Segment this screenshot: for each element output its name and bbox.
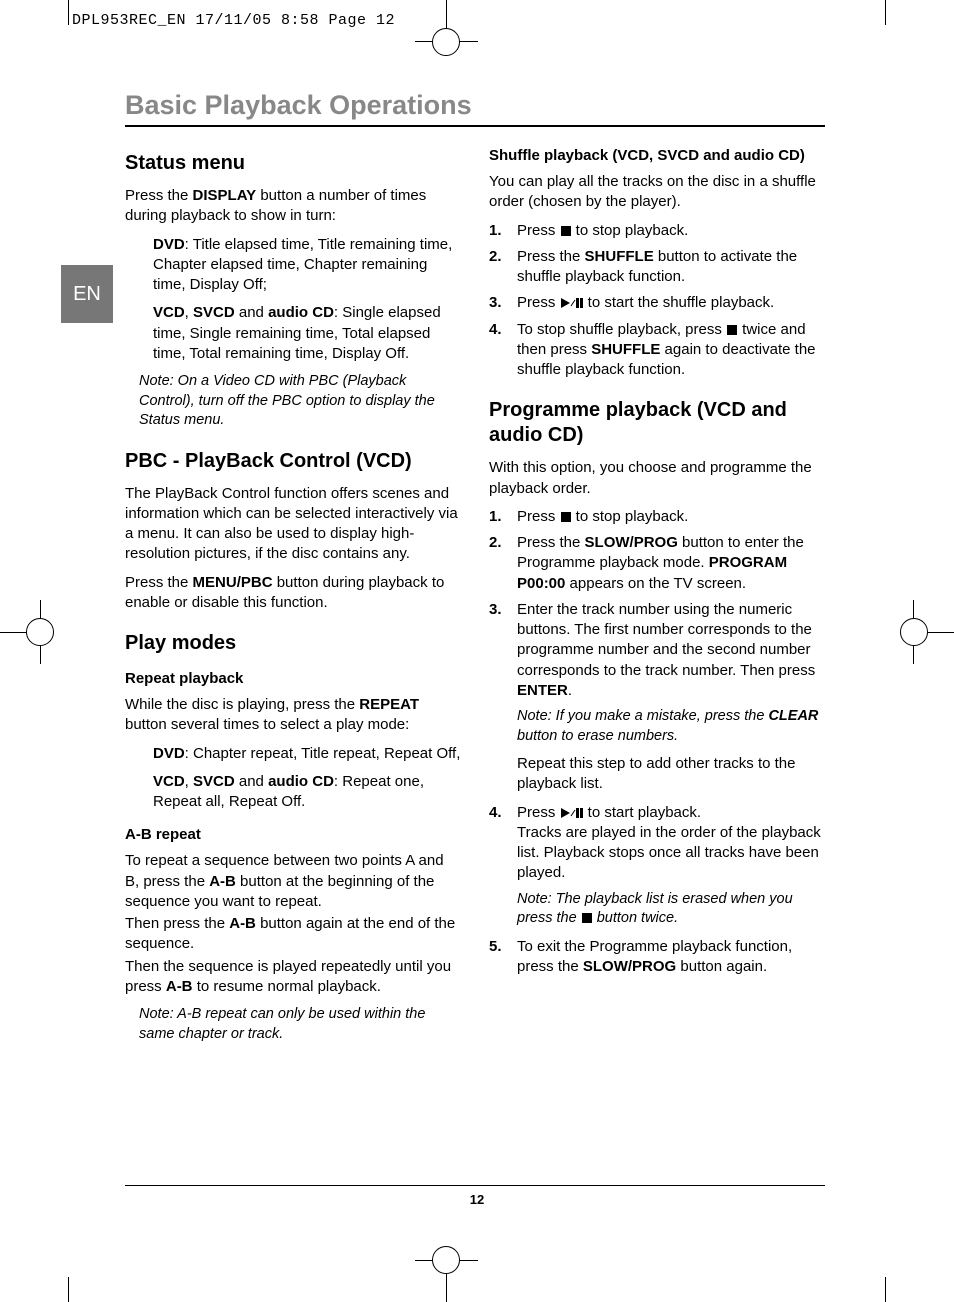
ordered-list: 4.Press to start playback.Tracks are pla… xyxy=(489,803,825,884)
list-item: 1.Press to stop playback. xyxy=(489,221,825,241)
registration-mark xyxy=(432,1246,460,1274)
body-text: VCD, SVCD and audio CD: Single elapsed t… xyxy=(153,303,461,364)
play-pause-icon xyxy=(561,298,583,308)
ordered-list: 1.Press to stop playback. 2.Press the SH… xyxy=(489,221,825,381)
list-item: 2.Press the SLOW/PROG button to enter th… xyxy=(489,533,825,594)
list-item: 1.Press to stop playback. xyxy=(489,507,825,527)
list-item: 5.To exit the Programme playback functio… xyxy=(489,937,825,978)
note-text: Note: If you make a mistake, press the C… xyxy=(517,707,825,746)
body-text: Then press the A-B button again at the e… xyxy=(125,914,461,955)
crop-mark xyxy=(885,0,886,25)
note-text: Note: The playback list is erased when y… xyxy=(517,890,825,929)
left-column: Status menu Press the DISPLAY button a n… xyxy=(125,147,461,1052)
registration-mark xyxy=(26,618,54,646)
note-text: Note: On a Video CD with PBC (Playback C… xyxy=(139,372,461,431)
crop-mark xyxy=(68,1277,69,1302)
right-column: Shuffle playback (VCD, SVCD and audio CD… xyxy=(489,147,825,1052)
body-text: Repeat this step to add other tracks to … xyxy=(517,754,825,795)
body-text: While the disc is playing, press the REP… xyxy=(125,695,461,736)
footer-rule xyxy=(125,1185,825,1186)
stop-icon xyxy=(561,512,571,522)
list-item: 3.Enter the track number using the numer… xyxy=(489,600,825,701)
stop-icon xyxy=(582,913,592,923)
body-text: With this option, you choose and program… xyxy=(489,458,825,499)
list-item: 2.Press the SHUFFLE button to activate t… xyxy=(489,247,825,288)
ordered-list: 1.Press to stop playback. 2.Press the SL… xyxy=(489,507,825,701)
list-item: 4.Press to start playback.Tracks are pla… xyxy=(489,803,825,884)
heading-ab-repeat: A-B repeat xyxy=(125,826,461,843)
note-text: Note: A-B repeat can only be used within… xyxy=(139,1005,461,1044)
registration-mark xyxy=(432,28,460,56)
heading-repeat-playback: Repeat playback xyxy=(125,670,461,687)
body-text: VCD, SVCD and audio CD: Repeat one, Repe… xyxy=(153,772,461,813)
heading-pbc: PBC - PlayBack Control (VCD) xyxy=(125,449,461,474)
title-rule xyxy=(125,125,825,127)
language-tab: EN xyxy=(61,265,113,323)
body-text: DVD: Title elapsed time, Title remaining… xyxy=(153,235,461,296)
body-text: The PlayBack Control function offers sce… xyxy=(125,484,461,565)
page-content: Basic Playback Operations Status menu Pr… xyxy=(125,90,825,1052)
page-number: 12 xyxy=(0,1192,954,1207)
print-slug: DPL953REC_EN 17/11/05 8:58 Page 12 xyxy=(72,12,395,29)
page-title: Basic Playback Operations xyxy=(125,90,825,121)
crop-mark xyxy=(885,1277,886,1302)
play-pause-icon xyxy=(561,808,583,818)
heading-shuffle-playback: Shuffle playback (VCD, SVCD and audio CD… xyxy=(489,147,825,164)
body-text: Then the sequence is played repeatedly u… xyxy=(125,957,461,998)
body-text: Press the MENU/PBC button during playbac… xyxy=(125,573,461,614)
heading-status-menu: Status menu xyxy=(125,151,461,176)
body-text: To repeat a sequence between two points … xyxy=(125,851,461,912)
ordered-list: 5.To exit the Programme playback functio… xyxy=(489,937,825,978)
heading-programme-playback: Programme playback (VCD and audio CD) xyxy=(489,398,825,448)
list-item: 3.Press to start the shuffle playback. xyxy=(489,293,825,313)
crop-mark xyxy=(68,0,69,25)
body-text: DVD: Chapter repeat, Title repeat, Repea… xyxy=(153,744,461,764)
list-item: 4.To stop shuffle playback, press twice … xyxy=(489,320,825,381)
stop-icon xyxy=(561,226,571,236)
stop-icon xyxy=(727,325,737,335)
body-text: Press the DISPLAY button a number of tim… xyxy=(125,186,461,227)
heading-play-modes: Play modes xyxy=(125,631,461,656)
body-text: You can play all the tracks on the disc … xyxy=(489,172,825,213)
registration-mark xyxy=(900,618,928,646)
